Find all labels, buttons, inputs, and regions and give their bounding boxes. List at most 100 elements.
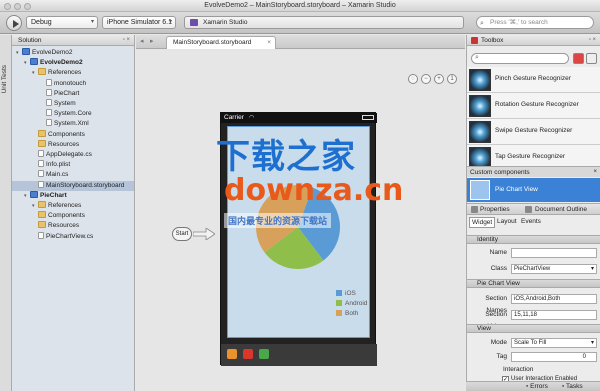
- tree-item[interactable]: Info.plist: [12, 160, 134, 170]
- class-field[interactable]: PieChartView ▾: [511, 264, 597, 274]
- mode-row: Mode Scale To Fill ▾: [467, 337, 600, 349]
- view-section-title: View: [477, 325, 491, 332]
- close-icon[interactable]: ×: [593, 167, 597, 178]
- tree-item[interactable]: ▾ EvolveDemo2: [12, 48, 134, 58]
- reference-icon: [46, 99, 52, 106]
- reference-icon: [46, 78, 52, 86]
- toolbox-search-input[interactable]: ⌕: [471, 53, 569, 64]
- app-window: EvolveDemo2 – MainStoryboard.storyboard …: [0, 0, 600, 391]
- tree-item[interactable]: ▾ References: [12, 68, 134, 78]
- name-field[interactable]: [511, 248, 597, 258]
- tab-properties[interactable]: Properties: [480, 206, 510, 213]
- tree-item[interactable]: monotouch: [12, 78, 134, 89]
- folder-icon: [38, 211, 46, 219]
- tree-item[interactable]: ▾ EvolveDemo2: [12, 58, 134, 68]
- legend-entry: Android: [336, 299, 367, 309]
- toolbox-item[interactable]: Rotation Gesture Recognizer: [467, 93, 600, 119]
- tree-item-label: References: [48, 69, 82, 77]
- exit-icon[interactable]: [243, 349, 253, 359]
- name-row: Name: [467, 247, 600, 259]
- zoom-fit-icon[interactable]: ◌: [408, 74, 418, 84]
- properties-tabbar: Properties Document Outline: [467, 203, 600, 215]
- tree-item[interactable]: ▾ References: [12, 201, 134, 211]
- carrier-label: Carrier: [224, 114, 244, 121]
- zoom-out-icon[interactable]: −: [421, 74, 431, 84]
- run-button[interactable]: [6, 15, 22, 31]
- toolbox-item[interactable]: Swipe Gesture Recognizer: [467, 119, 600, 145]
- configuration-value: Debug: [31, 19, 52, 26]
- tree-item[interactable]: Resources: [12, 139, 134, 150]
- mode-select[interactable]: Scale To Fill ▾: [511, 338, 597, 348]
- toolbox-item-pie-chart-view[interactable]: Pie Chart View: [467, 178, 600, 202]
- status-bar-bottom: ▪ Errors ▪ Tasks: [466, 381, 600, 391]
- tree-item[interactable]: System.Xml: [12, 119, 134, 129]
- tree-item[interactable]: System.Core: [12, 109, 134, 119]
- editor-tab-bar: ◂ ▸ MainStoryboard.storyboard ×: [136, 35, 465, 49]
- subtab-events[interactable]: Events: [521, 218, 541, 225]
- zoom-window-icon[interactable]: [24, 3, 31, 10]
- tasks-button[interactable]: ▪ Tasks: [562, 382, 583, 391]
- tag-row: Tag 0: [467, 351, 600, 363]
- pie-chart-section-header[interactable]: Pie Chart View: [467, 279, 600, 288]
- zoom-actual-icon[interactable]: 1: [447, 74, 457, 84]
- status-text: Xamarin Studio: [203, 19, 248, 26]
- pane-close-icon[interactable]: ▫ ×: [589, 35, 596, 46]
- project-icon: [30, 58, 38, 66]
- start-marker[interactable]: Start: [172, 227, 192, 241]
- tag-label: Tag: [496, 353, 507, 360]
- identity-section-header[interactable]: Identity: [467, 235, 600, 244]
- legend-swatch: [336, 290, 342, 296]
- unit-tests-strip[interactable]: Unit Tests: [0, 35, 12, 391]
- tree-item[interactable]: PieChartView.cs: [12, 231, 134, 242]
- errors-button[interactable]: ▪ Errors: [526, 382, 548, 391]
- tree-item[interactable]: Resources: [12, 221, 134, 231]
- section-values-field[interactable]: 15,11,18: [511, 310, 597, 320]
- legend-label: Both: [345, 310, 359, 317]
- toolbox-item[interactable]: Pinch Gesture Recognizer: [467, 67, 600, 93]
- minimize-window-icon[interactable]: [14, 3, 21, 10]
- search-input[interactable]: ⌕ Press '⌘,' to search: [476, 16, 594, 29]
- battery-icon: [362, 115, 374, 120]
- tree-item[interactable]: Components: [12, 211, 134, 221]
- unit-tests-label[interactable]: Unit Tests: [1, 65, 8, 93]
- tree-item[interactable]: AppDelegate.cs: [12, 150, 134, 160]
- file-icon: [38, 150, 44, 157]
- tree-item[interactable]: ▾ PieChart: [12, 190, 134, 201]
- category-view-icon[interactable]: [573, 53, 584, 64]
- configuration-select[interactable]: Debug ▾: [26, 16, 98, 29]
- mode-label: Mode: [490, 339, 507, 346]
- pane-close-icon[interactable]: ▫ ×: [123, 35, 130, 46]
- toolbox-item-label: Tap Gesture Recognizer: [495, 153, 566, 160]
- tab-document-outline[interactable]: Document Outline: [535, 206, 587, 213]
- tree-item[interactable]: Main.cs: [12, 170, 134, 180]
- tag-stepper[interactable]: 0: [511, 352, 597, 362]
- play-icon: [13, 20, 19, 28]
- identity-title: Identity: [477, 236, 498, 243]
- file-icon: [38, 231, 44, 239]
- close-window-icon[interactable]: [4, 3, 11, 10]
- start-label: Start: [175, 231, 189, 237]
- title-bar: EvolveDemo2 – MainStoryboard.storyboard …: [0, 0, 600, 12]
- first-responder-icon[interactable]: [227, 349, 237, 359]
- subtab-layout[interactable]: Layout: [497, 218, 517, 225]
- tab-close-icon[interactable]: ×: [267, 37, 271, 49]
- project-icon: [22, 48, 30, 55]
- file-icon: [38, 180, 44, 188]
- zoom-in-icon[interactable]: +: [434, 74, 444, 84]
- nav-forward-icon[interactable]: ▸: [150, 37, 154, 45]
- subtab-widget[interactable]: Widget: [469, 217, 496, 228]
- tab-mainstoryboard[interactable]: MainStoryboard.storyboard ×: [166, 36, 276, 49]
- device-select[interactable]: iPhone Simulator 6.1 ▾: [102, 16, 176, 29]
- tree-item[interactable]: Components: [12, 129, 134, 140]
- right-pane: Toolbox ▫ × ⌕ Pinch Gesture Recognizer Ro…: [466, 35, 600, 391]
- tree-item[interactable]: MainStoryboard.storyboard: [12, 180, 134, 191]
- mode-value: Scale To Fill: [514, 340, 547, 346]
- view-section-header[interactable]: View: [467, 324, 600, 333]
- list-view-icon[interactable]: [586, 53, 597, 64]
- tree-item[interactable]: PieChart: [12, 88, 134, 99]
- section-names-field[interactable]: iOS,Android,Both: [511, 294, 597, 304]
- tree-item[interactable]: System: [12, 99, 134, 109]
- view-controller-icon[interactable]: [259, 349, 269, 359]
- nav-back-icon[interactable]: ◂: [140, 37, 144, 45]
- tree-item-label: EvolveDemo2: [32, 49, 73, 56]
